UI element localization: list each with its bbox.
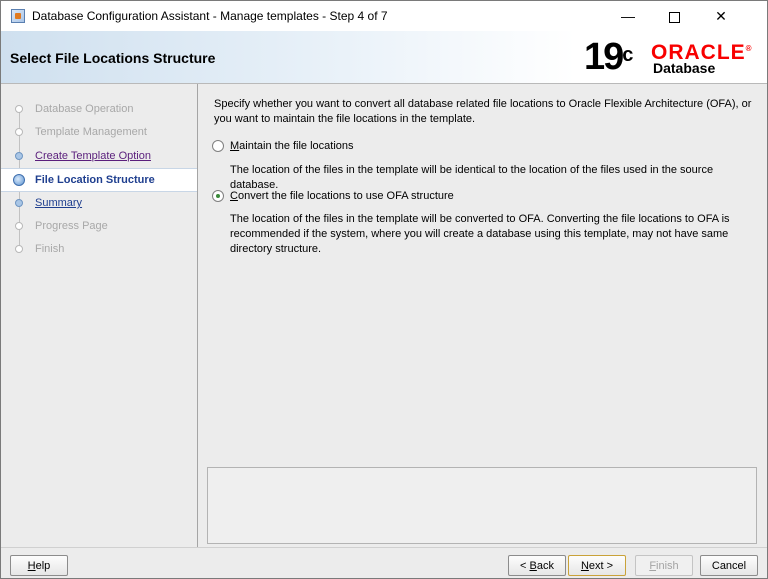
next-button[interactable]: Next >	[568, 555, 626, 576]
maintain-locations-radio[interactable]	[212, 140, 224, 152]
help-button[interactable]: Help	[10, 555, 68, 576]
button-bar: Help < Back Next > Finish Cancel	[1, 547, 767, 578]
step-label: File Location Structure	[35, 174, 155, 186]
radio-label-text: aintain the file locations	[239, 140, 354, 152]
step-database-operation: Database Operation	[1, 98, 197, 120]
mnemonic: C	[230, 190, 238, 202]
maintain-locations-description: The location of the files in the templat…	[230, 164, 714, 191]
step-indicator-icon	[15, 128, 23, 136]
convert-ofa-radio[interactable]	[212, 190, 224, 202]
back-button[interactable]: < Back	[508, 555, 566, 576]
close-button[interactable]: ✕	[698, 1, 744, 31]
header-banner: Select File Locations Structure 19c ORAC…	[1, 31, 767, 84]
button-label: ack	[536, 560, 554, 572]
mnemonic: M	[230, 140, 240, 152]
step-indicator-icon	[15, 152, 23, 160]
step-summary[interactable]: Summary	[1, 192, 197, 214]
button-label: elp	[35, 560, 51, 572]
step-label: Finish	[35, 243, 65, 255]
radio-label[interactable]: Convert the file locations to use OFA st…	[230, 190, 454, 202]
brand-version-suffix: c	[622, 44, 634, 66]
step-indicator-icon	[15, 222, 23, 230]
brand-version-number: 19	[584, 36, 624, 78]
page-title: Select File Locations Structure	[10, 50, 216, 66]
content-panel: Specify whether you want to convert all …	[198, 84, 767, 547]
message-area	[207, 467, 757, 544]
radio-label[interactable]: Maintain the file locations	[230, 140, 354, 152]
step-finish: Finish	[1, 238, 197, 260]
mnemonic: N	[580, 560, 589, 572]
cancel-button[interactable]: Cancel	[700, 555, 758, 576]
current-step-icon	[13, 174, 25, 186]
button-prefix: <	[520, 560, 530, 572]
step-label[interactable]: Summary	[35, 197, 82, 209]
step-label: Template Management	[35, 126, 147, 138]
convert-ofa-description: The location of the files in the templat…	[230, 213, 730, 255]
step-label: Progress Page	[35, 220, 108, 232]
maximize-icon	[668, 11, 680, 23]
step-file-location-structure: File Location Structure	[1, 168, 197, 192]
maximize-button[interactable]	[651, 1, 697, 31]
finish-button[interactable]: Finish	[635, 555, 693, 576]
radio-label-text: onvert the file locations to use OFA str…	[237, 190, 454, 202]
registered-mark: ®	[745, 44, 753, 53]
brand-product: Database	[653, 60, 716, 76]
step-progress-page: Progress Page	[1, 215, 197, 237]
step-indicator-icon	[15, 245, 23, 253]
oracle-version-logo: 19c	[584, 37, 633, 77]
button-label: ext >	[588, 560, 614, 572]
button-label: inish	[656, 560, 679, 572]
window-title: Database Configuration Assistant - Manag…	[32, 9, 388, 23]
step-create-template-option[interactable]: Create Template Option	[1, 145, 197, 167]
mnemonic: B	[529, 560, 537, 572]
dbca-window: Database Configuration Assistant - Manag…	[0, 0, 768, 579]
step-template-management: Template Management	[1, 121, 197, 143]
step-indicator-icon	[15, 105, 23, 113]
title-bar: Database Configuration Assistant - Manag…	[1, 1, 767, 31]
step-indicator-icon	[15, 199, 23, 207]
mnemonic: H	[27, 560, 36, 572]
step-label[interactable]: Create Template Option	[35, 150, 151, 162]
instruction-text: Specify whether you want to convert all …	[214, 98, 752, 125]
step-label: Database Operation	[35, 103, 134, 115]
step-navigation: Database Operation Template Management C…	[1, 84, 197, 547]
java-app-icon	[11, 9, 25, 23]
minimize-button[interactable]: —	[605, 1, 651, 31]
